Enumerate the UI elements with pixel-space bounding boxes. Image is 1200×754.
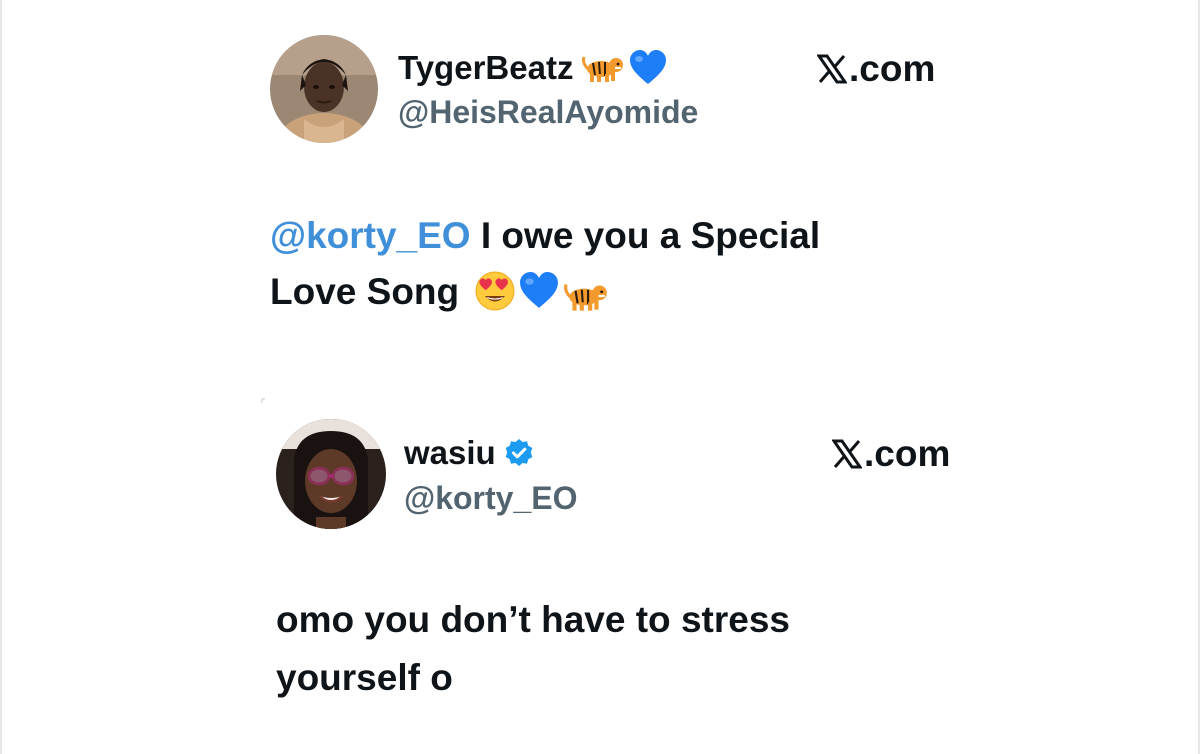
display-name[interactable]: wasiu — [404, 434, 496, 472]
avatar[interactable] — [270, 35, 378, 143]
tweet-text-line-2: yourself o — [276, 657, 453, 698]
tweet-text-line-2: Love Song — [270, 264, 820, 320]
divider-mark — [261, 398, 265, 403]
site-domain: .com — [864, 433, 951, 474]
x-logo-icon — [832, 439, 862, 469]
left-border — [0, 0, 2, 754]
site-domain: .com — [849, 48, 936, 89]
avatar-photo — [270, 35, 378, 143]
tweet-text-segment: I owe you a Special — [470, 215, 821, 256]
avatar[interactable] — [276, 419, 386, 529]
avatar-photo — [276, 419, 386, 529]
handle[interactable]: @korty_EO — [404, 480, 577, 517]
tweet-text-line-1: @korty_EO I owe you a Special — [270, 208, 820, 264]
site-link[interactable]: .com — [832, 433, 950, 475]
heart-eyes-emoji — [475, 271, 515, 311]
tiger-icon — [581, 53, 625, 83]
verified-badge-icon — [504, 438, 534, 468]
mention-link[interactable]: @korty_EO — [270, 215, 471, 256]
x-logo-icon — [817, 54, 847, 84]
tweet-text-line-1: omo you don’t have to stress — [276, 599, 790, 640]
site-link[interactable]: .com — [817, 48, 935, 90]
tweet-text-segment: Love Song — [270, 271, 460, 312]
blue-heart-icon — [629, 50, 667, 86]
tweet-text: @korty_EO I owe you a Special Love Song — [270, 208, 820, 320]
blue-heart-emoji — [519, 272, 559, 310]
display-name[interactable]: TygerBeatz — [398, 49, 573, 87]
tweet-text: omo you don’t have to stress yourself o — [276, 591, 790, 707]
tiger-emoji — [563, 280, 609, 312]
handle[interactable]: @HeisRealAyomide — [398, 94, 698, 131]
